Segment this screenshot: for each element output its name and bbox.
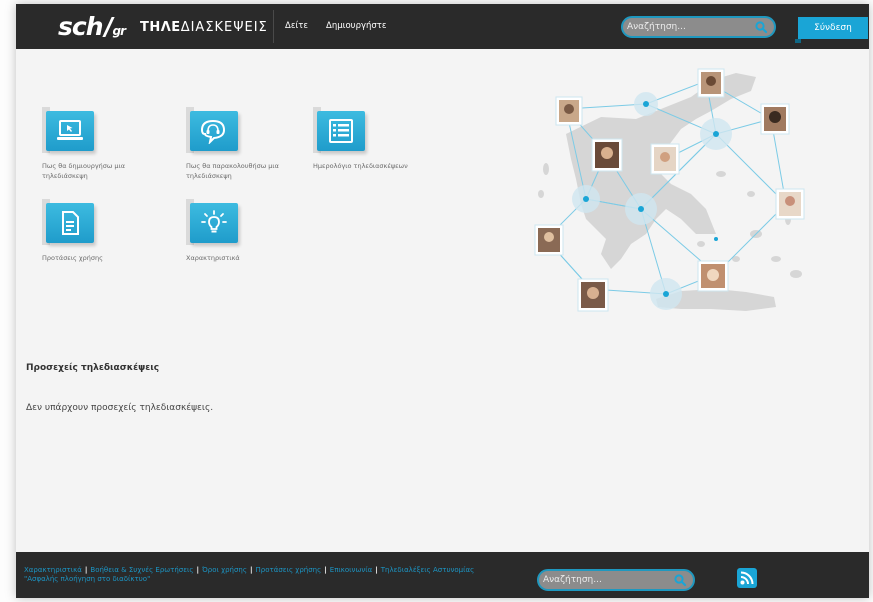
tile-icon-box — [42, 199, 94, 245]
header-divider — [273, 10, 274, 43]
tile-features[interactable]: Χαρακτηριστικά — [186, 199, 286, 263]
footer-search — [537, 569, 695, 591]
footer-links: Χαρακτηριστικά | Βοήθεια & Συχνές Ερωτήσει… — [24, 566, 484, 584]
greece-network-map — [534, 68, 805, 312]
rss-glyph — [740, 571, 754, 585]
avatar — [650, 143, 680, 175]
tile-icon-box — [186, 107, 238, 153]
tile-face — [46, 111, 94, 151]
calendar-list-icon — [329, 119, 353, 143]
header-search-input[interactable] — [627, 19, 752, 35]
tile-label: Πως θα δημιουργήσω μια τηλεδιάσκεψη — [42, 162, 126, 180]
footer-link-help[interactable]: Βοήθεια & Συχνές Ερωτήσεις — [90, 566, 193, 574]
lightbulb-icon — [201, 210, 227, 233]
logo-sch-text: sch — [58, 12, 103, 41]
nav-create-link[interactable]: Δημιουργήστε — [326, 21, 387, 31]
document-icon — [62, 211, 79, 235]
headset-chat-icon — [200, 119, 226, 144]
footer-link-contact[interactable]: Επικοινωνία — [330, 566, 372, 574]
tile-usage-suggestions[interactable]: Προτάσεις χρήσης — [42, 199, 142, 263]
upcoming-title: Προσεχείς τηλεδιασκέψεις — [26, 363, 160, 373]
avatar — [760, 103, 790, 135]
logo-tele-bold: ΤΗΛΕ — [140, 20, 181, 35]
tile-face — [190, 111, 238, 151]
page: sch gr ΤΗΛΕΔΙΑΣΚΕΨΕΙΣ Δείτε Δημιουργήστε … — [0, 0, 873, 602]
avatar — [534, 224, 564, 256]
tile-watch-conference[interactable]: Πως θα παρακολουθήσω μια τηλεδιάσκεψη — [186, 107, 286, 181]
tile-face — [46, 203, 94, 243]
avatar — [555, 96, 583, 126]
footer-separator: | — [84, 566, 88, 574]
tile-label: Ημερολόγιο τηλεδιασκέψεων — [313, 162, 408, 170]
site-frame: sch gr ΤΗΛΕΔΙΑΣΚΕΨΕΙΣ Δείτε Δημιουργήστε … — [16, 4, 869, 598]
avatar — [591, 138, 623, 172]
tile-face — [190, 203, 238, 243]
sch-logo[interactable]: sch gr — [58, 12, 126, 41]
tile-label: Πως θα παρακολουθήσω μια τηλεδιάσκεψη — [186, 162, 279, 180]
tile-create-conference[interactable]: Πως θα δημιουργήσω μια τηλεδιάσκεψη — [42, 107, 142, 181]
footer-separator: | — [375, 566, 378, 574]
tile-icon-box — [186, 199, 238, 245]
avatar — [697, 68, 725, 98]
footer-separator: | — [324, 566, 327, 574]
search-icon[interactable] — [673, 573, 687, 587]
nav-view-link[interactable]: Δείτε — [285, 21, 308, 31]
laptop-icon — [57, 120, 83, 140]
footer-bar: Χαρακτηριστικά | Βοήθεια & Συχνές Ερωτήσει… — [16, 552, 869, 598]
avatar — [775, 188, 805, 220]
avatar — [697, 260, 729, 292]
tile-icon-box — [42, 107, 94, 153]
tile-calendar[interactable]: Ημερολόγιο τηλεδιασκέψεων — [313, 107, 413, 171]
tile-icon-box — [313, 107, 365, 153]
footer-separator: | — [249, 566, 253, 574]
search-icon[interactable] — [754, 20, 768, 34]
upcoming-empty-message: Δεν υπάρχουν προσεχείς τηλεδιασκέψεις. — [26, 403, 214, 413]
tile-label: Προτάσεις χρήσης — [42, 254, 103, 262]
footer-separator: | — [196, 566, 200, 574]
tile-face — [317, 111, 365, 151]
tile-label: Χαρακτηριστικά — [186, 254, 240, 262]
avatar — [577, 278, 609, 312]
logo-gr-text: gr — [112, 24, 126, 38]
footer-link-suggestions[interactable]: Προτάσεις χρήσης — [256, 566, 322, 574]
header-bar: sch gr ΤΗΛΕΔΙΑΣΚΕΨΕΙΣ Δείτε Δημιουργήστε … — [16, 4, 869, 49]
teleconference-logo[interactable]: ΤΗΛΕΔΙΑΣΚΕΨΕΙΣ — [140, 20, 268, 35]
footer-link-features[interactable]: Χαρακτηριστικά — [24, 566, 82, 574]
rss-icon[interactable] — [737, 568, 757, 588]
login-button[interactable]: Σύνδεση — [795, 17, 868, 43]
logo-tele-thin: ΔΙΑΣΚΕΨΕΙΣ — [180, 20, 268, 35]
header-search — [621, 16, 776, 38]
footer-link-terms[interactable]: Όροι χρήσης — [202, 566, 247, 574]
footer-search-input[interactable] — [543, 572, 668, 588]
